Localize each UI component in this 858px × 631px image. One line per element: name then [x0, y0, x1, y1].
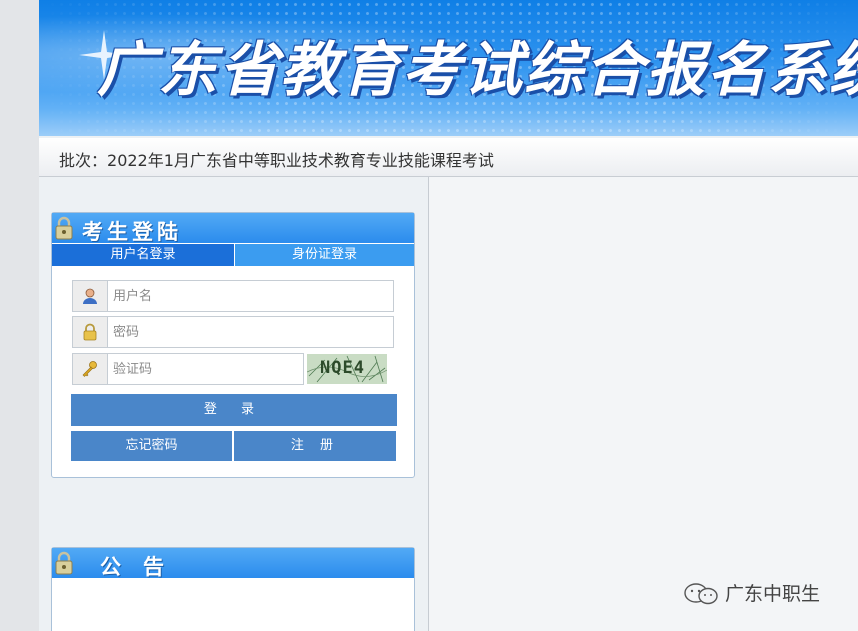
padlock-icon — [55, 551, 73, 575]
notice-panel-title: 公告 — [100, 554, 186, 579]
batch-name: 2022年1月广东省中等职业技术教育专业技能课程考试 — [107, 151, 494, 170]
page-title: 广东省教育考试综合报名系统 — [97, 35, 858, 104]
notice-panel: 公告 — [51, 547, 415, 631]
username-icon-box — [73, 281, 108, 311]
main-area: 广东省教育考试综合报名系统 批次：2022年1月广东省中等职业技术教育专业技能课… — [39, 0, 858, 631]
captcha-text: NQE4 — [320, 358, 365, 378]
user-icon — [83, 288, 97, 304]
right-column — [429, 177, 858, 631]
captcha-input[interactable] — [113, 358, 293, 380]
watermark-text: 广东中职生 — [725, 583, 821, 605]
captcha-image[interactable]: NQE4 — [307, 354, 387, 384]
padlock-icon — [55, 216, 73, 240]
login-panel: 考生登陆 用户名登录 身份证登录 用户名 验证码 NQE4 登 录 忘记密码 注… — [51, 212, 415, 478]
lock-icon — [83, 323, 97, 341]
notice-panel-header: 公告 — [52, 548, 414, 579]
captcha-icon-box — [73, 354, 108, 384]
tab-username-login[interactable]: 用户名登录 — [52, 244, 234, 266]
key-icon — [82, 361, 97, 377]
batch-label: 批次： — [59, 151, 108, 170]
register-button[interactable]: 注 册 — [234, 431, 396, 461]
forgot-password-button[interactable]: 忘记密码 — [71, 431, 232, 461]
password-field — [72, 316, 394, 348]
username-field — [72, 280, 394, 312]
tab-idcard-login[interactable]: 身份证登录 — [235, 244, 414, 266]
password-input[interactable] — [113, 321, 383, 343]
password-icon-box — [73, 317, 108, 347]
batch-info: 批次：2022年1月广东省中等职业技术教育专业技能课程考试 — [59, 147, 494, 171]
batch-bar: 批次：2022年1月广东省中等职业技术教育专业技能课程考试 — [39, 138, 858, 177]
login-tabs: 用户名登录 身份证登录 — [52, 243, 414, 266]
login-button[interactable]: 登 录 — [71, 394, 397, 426]
login-panel-title: 考生登陆 — [82, 219, 182, 244]
left-gutter — [0, 0, 39, 631]
username-input[interactable] — [113, 285, 383, 307]
captcha-field — [72, 353, 304, 385]
login-panel-header: 考生登陆 — [52, 213, 414, 244]
header-banner: 广东省教育考试综合报名系统 — [39, 0, 858, 136]
wechat-icon — [684, 583, 718, 605]
